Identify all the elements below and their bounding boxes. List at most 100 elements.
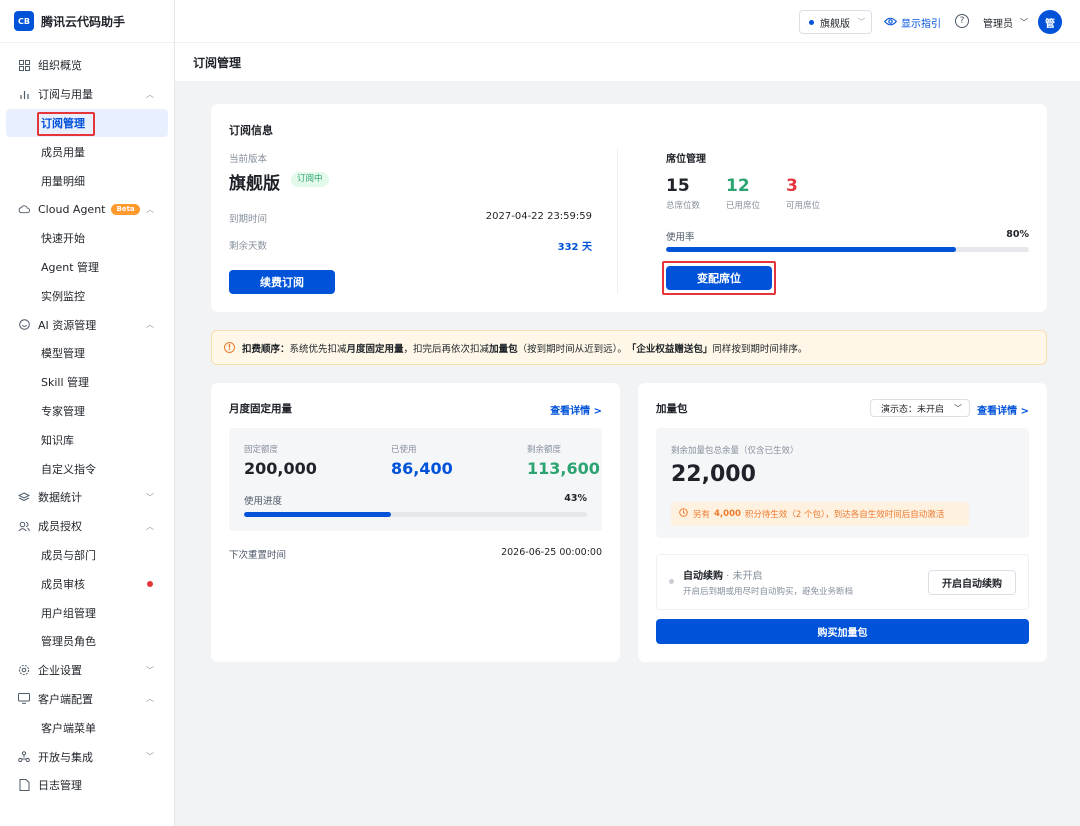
notice-prefix: 扣费顺序：	[242, 343, 290, 355]
sidebar-item-admin-roles[interactable]: 管理员角色	[6, 627, 168, 656]
warning-icon: !	[224, 342, 235, 353]
pending-points-notice: 另有 4,000 积分待生效（2 个包），到达各自生效时间后自动激活	[671, 502, 969, 526]
sidebar-group-subscription[interactable]: 订阅与用量 ︿	[6, 80, 168, 109]
sidebar-item-custom-instructions[interactable]: 自定义指令	[6, 454, 168, 483]
sidebar-item-members-departments[interactable]: 成员与部门	[6, 541, 168, 570]
sidebar-item-expert-management[interactable]: 专家管理	[6, 397, 168, 426]
buy-addon-button[interactable]: 购买加量包	[656, 619, 1029, 644]
seat-usage-progress	[666, 247, 1029, 252]
sidebar-group-integration[interactable]: 开放与集成 ﹀	[6, 742, 168, 771]
addon-title: 加量包	[656, 403, 688, 415]
fixed-quota-label: 固定额度	[244, 445, 279, 455]
auto-renew-title: 自动续购	[683, 571, 723, 582]
sidebar-group-label: 客户端配置	[38, 692, 93, 706]
highlight-box	[662, 261, 776, 295]
chevron-up-icon: ︿	[146, 694, 154, 704]
beta-badge: Beta	[111, 203, 140, 215]
pending-suffix: 积分待生效（2 个包），到达各自生效时间后自动激活	[744, 510, 945, 520]
topbar: 旗舰版 ﹀ 显示指引 ? 管理员 ﹀ 管	[175, 0, 1080, 43]
admin-label: 管理员	[983, 19, 1013, 30]
sidebar-item-client-menu[interactable]: 客户端菜单	[6, 713, 168, 742]
brand[interactable]: CB 腾讯云代码助手	[0, 0, 174, 43]
sidebar-item-instance-monitor[interactable]: 实例监控	[6, 281, 168, 310]
status-dot	[669, 579, 674, 584]
chevron-up-icon: ︿	[146, 204, 154, 214]
sidebar-item-member-review[interactable]: 成员审核	[6, 569, 168, 598]
sidebar-group-client-config[interactable]: 客户端配置 ︿	[6, 685, 168, 714]
sidebar: CB 腾讯云代码助手 组织概览 订阅与用量 ︿ 订阅管理 成员用量 用量明细 C…	[0, 0, 175, 826]
total-seats-label: 总席位数	[666, 201, 701, 211]
page-title: 订阅管理	[193, 55, 242, 70]
sidebar-item-agent-management[interactable]: Agent 管理	[6, 253, 168, 282]
monthly-quota-panel: 固定额度 200,000 已使用 86,400 剩余额度 113,600 使用进…	[229, 428, 602, 531]
notice-text: ，扣完后再依次扣减	[403, 343, 490, 355]
admin-menu[interactable]: 管理员 ﹀	[983, 15, 1028, 30]
sidebar-group-label: 企业设置	[38, 664, 82, 678]
sidebar-group-ai-resources[interactable]: AI 资源管理 ︿	[6, 310, 168, 339]
sidebar-group-cloud-agent[interactable]: Cloud Agent Beta ︿	[6, 195, 168, 224]
sidebar-item-label: 成员审核	[41, 577, 85, 591]
sidebar-item-skill-management[interactable]: Skill 管理	[6, 368, 168, 397]
sidebar-item-quick-start[interactable]: 快速开始	[6, 224, 168, 253]
sidebar-item-knowledge-base[interactable]: 知识库	[6, 425, 168, 454]
used-seats-label: 已用席位	[726, 201, 761, 211]
sidebar-group-member-auth[interactable]: 成员授权 ︿	[6, 512, 168, 541]
monthly-usage-card: 月度固定用量 查看详情 > 固定额度 200,000 已使用 86,400 剩余…	[211, 383, 620, 662]
integration-icon	[18, 750, 30, 763]
pending-points: 4,000	[714, 509, 741, 519]
chevron-down-icon: ﹀	[146, 752, 154, 762]
sidebar-item-member-usage[interactable]: 成员用量	[6, 137, 168, 166]
sidebar-group-statistics[interactable]: 数据统计 ﹀	[6, 483, 168, 512]
sidebar-group-label: 组织概览	[38, 59, 82, 73]
avatar[interactable]: 管	[1038, 10, 1062, 34]
expire-label: 到期时间	[229, 214, 268, 225]
chevron-up-icon: ︿	[146, 521, 154, 531]
gear-icon	[18, 664, 30, 676]
enable-auto-renew-button[interactable]: 开启自动续购	[928, 570, 1016, 595]
addon-card: 加量包 查看详情 > 剩余加量包总余量（仅含已生效） 22,000 另有 4,0…	[638, 383, 1047, 662]
remain-quota-label: 剩余额度	[527, 445, 562, 455]
auto-renew-panel: 自动续购 · 未开启 开启后到期或用尽时自动购买，避免业务断档 开启自动续购	[656, 554, 1029, 610]
show-guide-label: 显示指引	[901, 19, 941, 30]
sidebar-item-label: 自定义指令	[41, 462, 96, 476]
auto-renew-desc: 开启后到期或用尽时自动购买，避免业务断档	[683, 587, 854, 597]
demo-state-select[interactable]: 演示态：未开启 ﹀	[870, 399, 970, 417]
sidebar-item-label: Skill 管理	[41, 376, 90, 390]
sidebar-group-label: 数据统计	[38, 491, 82, 505]
sidebar-group-logs[interactable]: 日志管理	[6, 771, 168, 800]
sidebar-item-label: 成员与部门	[41, 548, 96, 562]
addon-detail-link[interactable]: 查看详情 >	[977, 402, 1029, 417]
sidebar-item-subscription-management[interactable]: 订阅管理	[6, 108, 168, 138]
edition-select-value: 旗舰版	[820, 18, 850, 30]
seat-usage-progress-fill	[666, 247, 957, 252]
chevron-up-icon: ︿	[146, 320, 154, 330]
chevron-down-icon: ﹀	[954, 403, 962, 413]
used-quota-value: 86,400	[391, 459, 453, 478]
sidebar-item-model-management[interactable]: 模型管理	[6, 339, 168, 368]
fixed-quota-value: 200,000	[244, 459, 317, 478]
sidebar-item-user-groups[interactable]: 用户组管理	[6, 598, 168, 627]
renew-button[interactable]: 续费订阅	[229, 270, 335, 294]
help-icon[interactable]: ?	[955, 14, 969, 28]
progress-label: 使用进度	[244, 496, 283, 507]
sidebar-group-overview[interactable]: 组织概览	[6, 51, 168, 80]
expire-value: 2027-04-22 23:59:59	[485, 211, 592, 222]
sidebar-item-usage-detail[interactable]: 用量明细	[6, 166, 168, 195]
sidebar-item-label: 快速开始	[41, 232, 85, 246]
total-seats-value: 15	[666, 176, 690, 196]
users-icon	[18, 520, 30, 532]
clock-icon	[679, 508, 688, 520]
show-guide-link[interactable]: 显示指引	[883, 15, 941, 30]
chevron-down-icon: ﹀	[1020, 18, 1028, 27]
status-badge: 订阅中	[291, 172, 329, 187]
edition-select[interactable]: 旗舰版 ﹀	[799, 10, 872, 34]
sidebar-group-enterprise-settings[interactable]: 企业设置 ﹀	[6, 656, 168, 685]
subscription-card: 订阅信息 当前版本 旗舰版 订阅中 到期时间 2027-04-22 23:59:…	[211, 104, 1047, 312]
log-icon	[18, 779, 30, 792]
highlight-box	[37, 111, 95, 136]
grid-icon	[18, 59, 30, 71]
monthly-detail-link[interactable]: 查看详情 >	[550, 402, 602, 417]
used-seats-value: 12	[726, 176, 750, 196]
divider	[617, 148, 618, 294]
chevron-down-icon: ﹀	[146, 665, 154, 675]
